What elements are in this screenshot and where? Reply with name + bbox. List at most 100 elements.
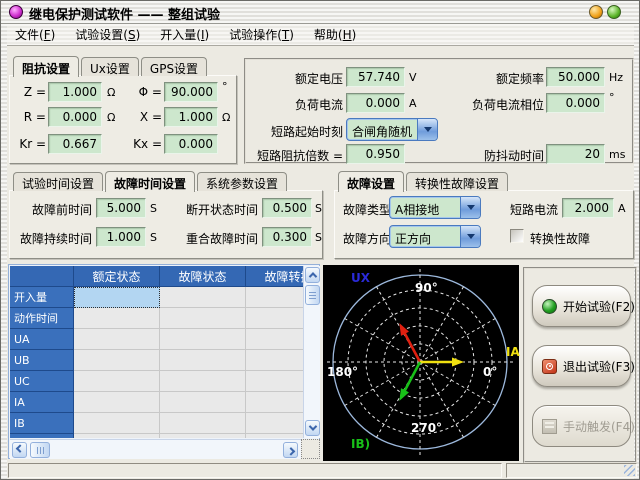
row-header-3[interactable]: UB xyxy=(10,350,74,371)
impedance-mult-input[interactable]: 0.950 xyxy=(346,144,405,164)
reclose-fault-time-input[interactable]: 0.300 xyxy=(262,227,312,247)
table-cell[interactable] xyxy=(160,329,246,350)
rated-freq-input[interactable]: 50.000 xyxy=(546,67,605,87)
phi-input[interactable]: 90.000 xyxy=(164,82,218,102)
tab-fault-settings[interactable]: 故障设置 xyxy=(338,171,404,192)
open-state-time-input[interactable]: 0.500 xyxy=(262,198,312,218)
z-input[interactable]: 1.000 xyxy=(48,82,102,102)
menu-item-4[interactable]: 帮助(H) xyxy=(304,24,366,45)
row-header-5[interactable]: IA xyxy=(10,392,74,413)
debounce-input[interactable]: 20 xyxy=(546,144,605,164)
r-input[interactable]: 0.000 xyxy=(48,107,102,127)
tab-fault-time[interactable]: 故障时间设置 xyxy=(105,171,195,192)
fault-duration-label: 故障持续时间 xyxy=(10,230,92,247)
table-cell[interactable] xyxy=(74,287,160,308)
horizontal-scroll-thumb[interactable] xyxy=(30,442,50,458)
table-cell[interactable] xyxy=(160,308,246,329)
tab-impedance-settings[interactable]: 阻抗设置 xyxy=(13,56,79,77)
table-cell[interactable] xyxy=(74,413,160,434)
menu-item-1[interactable]: 试验设置(S) xyxy=(65,24,150,45)
short-start-dropdown[interactable]: 合闸角随机 xyxy=(346,118,438,141)
menu-item-0[interactable]: 文件(F) xyxy=(5,24,65,45)
phi-label: Φ = xyxy=(118,85,162,99)
scroll-right-button[interactable] xyxy=(283,442,298,458)
table-cell[interactable] xyxy=(160,392,246,413)
dropdown-arrow-icon[interactable] xyxy=(460,226,480,247)
rated-voltage-input[interactable]: 57.740 xyxy=(346,67,405,87)
tab-convert-fault-settings[interactable]: 转换性故障设置 xyxy=(406,172,508,191)
table-cell[interactable] xyxy=(246,434,303,438)
tab-system-params[interactable]: 系统参数设置 xyxy=(197,172,287,191)
fault-duration-input[interactable]: 1.000 xyxy=(96,227,146,247)
fault-type-value: A相接地 xyxy=(390,197,460,218)
kr-input[interactable]: 0.667 xyxy=(48,134,102,154)
row-header-1[interactable]: 动作时间 xyxy=(10,308,74,329)
fault-tabstrip: 故障设置 转换性故障设置 xyxy=(338,170,510,191)
open-state-time-label: 断开状态时间 xyxy=(170,201,258,218)
short-current-label: 短路电流 xyxy=(505,201,558,218)
prefault-time-input[interactable]: 5.000 xyxy=(96,198,146,218)
phasor-label-180: 180° xyxy=(327,365,358,379)
resize-grip[interactable] xyxy=(624,465,635,476)
table-vertical-scrollbar[interactable] xyxy=(303,266,320,438)
row-header-6[interactable]: IB xyxy=(10,413,74,434)
scroll-left-button[interactable] xyxy=(12,442,27,458)
table-cell[interactable] xyxy=(246,350,303,371)
start-test-button[interactable]: 开始试验(F2) xyxy=(532,285,631,327)
row-header-0[interactable]: 开入量 xyxy=(10,287,74,308)
table-corner-cell xyxy=(10,266,74,287)
load-current-input[interactable]: 0.000 xyxy=(346,93,405,113)
table-cell[interactable] xyxy=(74,371,160,392)
load-current-unit: A xyxy=(409,97,417,110)
row-header-4[interactable]: UC xyxy=(10,371,74,392)
minimize-button[interactable] xyxy=(589,5,603,19)
column-header-2[interactable]: 故障转换 xyxy=(246,266,303,287)
dropdown-arrow-icon[interactable] xyxy=(460,197,480,218)
table-cell[interactable] xyxy=(246,371,303,392)
table-cell[interactable] xyxy=(160,287,246,308)
table-cell[interactable] xyxy=(246,413,303,434)
table-cell[interactable] xyxy=(160,371,246,392)
menu-item-3[interactable]: 试验操作(T) xyxy=(219,24,304,45)
tab-test-time[interactable]: 试验时间设置 xyxy=(13,172,103,191)
kx-input[interactable]: 0.000 xyxy=(164,134,218,154)
row-header-7[interactable]: IC xyxy=(10,434,74,438)
close-button[interactable] xyxy=(607,5,621,19)
table-cell[interactable] xyxy=(246,392,303,413)
short-current-input[interactable]: 2.000 xyxy=(562,198,614,218)
manual-trigger-button[interactable]: 手动触发(F4) xyxy=(532,405,631,447)
table-cell[interactable] xyxy=(160,434,246,438)
table-cell[interactable] xyxy=(246,287,303,308)
scrollbar-corner xyxy=(301,439,320,459)
fault-direction-label: 故障方向 xyxy=(343,230,391,247)
row-header-2[interactable]: UA xyxy=(10,329,74,350)
table-cell[interactable] xyxy=(160,413,246,434)
table-cell[interactable] xyxy=(74,308,160,329)
scroll-down-button[interactable] xyxy=(305,420,320,436)
fault-type-dropdown[interactable]: A相接地 xyxy=(389,196,481,219)
menu-item-2[interactable]: 开入量(I) xyxy=(150,24,219,45)
load-phase-input[interactable]: 0.000 xyxy=(546,93,605,113)
table-cell[interactable] xyxy=(74,350,160,371)
vertical-scroll-thumb[interactable] xyxy=(305,285,320,305)
table-cell[interactable] xyxy=(246,308,303,329)
exit-test-button[interactable]: 退出试验(F3) xyxy=(532,345,631,387)
table-cell[interactable] xyxy=(74,392,160,413)
table-cell[interactable] xyxy=(160,350,246,371)
column-header-0[interactable]: 额定状态 xyxy=(74,266,160,287)
table-horizontal-scrollbar[interactable] xyxy=(10,439,302,459)
table-cell[interactable] xyxy=(74,329,160,350)
dropdown-arrow-icon[interactable] xyxy=(417,119,437,140)
z-label: Z = xyxy=(10,85,46,99)
x-input[interactable]: 1.000 xyxy=(164,107,218,127)
column-header-1[interactable]: 故障状态 xyxy=(160,266,246,287)
reclose-fault-time-unit: S xyxy=(315,231,322,244)
convert-fault-checkbox[interactable] xyxy=(510,229,524,243)
tab-gps-settings[interactable]: GPS设置 xyxy=(141,57,207,76)
scroll-up-button[interactable] xyxy=(305,267,320,283)
table-cell[interactable] xyxy=(246,329,303,350)
fault-direction-dropdown[interactable]: 正方向 xyxy=(389,225,481,248)
short-current-unit: A xyxy=(618,202,626,215)
tab-ux-settings[interactable]: Ux设置 xyxy=(81,57,139,76)
table-cell[interactable] xyxy=(74,434,160,438)
